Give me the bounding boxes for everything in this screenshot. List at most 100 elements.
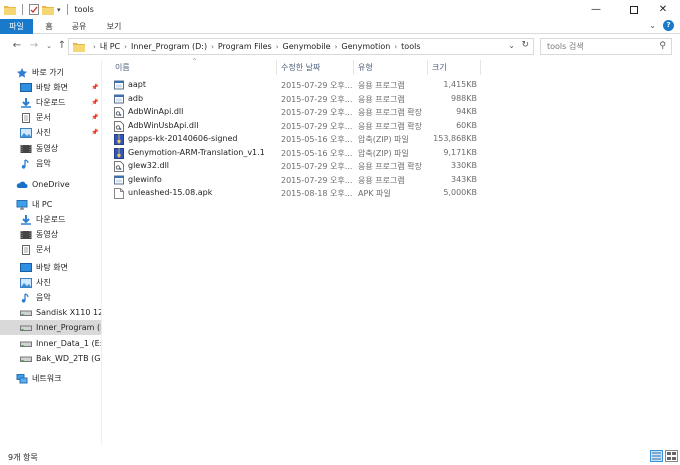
breadcrumb-item[interactable]: Genymobile [283,42,331,51]
sidebar-item-음악[interactable]: 음악 [0,290,101,305]
toolbar-separator [22,4,23,15]
sidebar-item-동영상[interactable]: 동영상 [0,227,101,242]
pin-icon: 📌 [91,114,99,121]
chevron-right-icon: › [275,42,279,51]
column-separator[interactable] [353,60,354,75]
tab-share[interactable]: 공유 [69,19,89,34]
file-name: adb [128,93,144,103]
properties-icon[interactable] [29,4,39,15]
sidebar-item-label: 네트워크 [32,374,62,383]
chevron-right-icon: › [124,42,127,51]
documents-folder-icon [20,244,32,255]
sidebar-item-sandisk-x110-128g[interactable]: Sandisk X110 128G [0,305,101,320]
sidebar-item-동영상[interactable]: 동영상 [0,141,101,156]
file-row[interactable]: aapt 2015-07-29 오후... 응용 프로그램 1,415KB [111,79,481,92]
tab-view[interactable]: 보기 [104,19,124,34]
refresh-icon[interactable]: ↻ [521,40,529,50]
help-icon[interactable]: ? [663,20,674,31]
file-row[interactable]: adb 2015-07-29 오후... 응용 프로그램 988KB [111,93,481,106]
column-date[interactable]: 수정한 날짜 [281,62,320,73]
sidebar-item-내-pc[interactable]: 내 PC [0,197,101,212]
recent-locations-button[interactable]: ⌄ [43,39,55,53]
breadcrumb-item[interactable]: Program Files [218,42,272,51]
chevron-down-icon: ⌄ [46,42,52,50]
customize-toolbar-icon[interactable]: ▾ [57,6,61,14]
breadcrumb-item[interactable]: Genymotion [341,42,390,51]
file-date: 2015-07-29 오후... [281,175,353,185]
tab-home[interactable]: 홈 [41,19,57,34]
address-dropdown-icon[interactable]: ⌄ [508,41,515,50]
dll-icon [114,107,124,118]
breadcrumb-item[interactable]: 내 PC [100,41,120,52]
file-date: 2015-05-16 오후... [281,135,353,144]
forward-button[interactable]: → [28,39,40,53]
large-icons-view-button[interactable] [665,450,678,462]
sidebar-item-inner-program-d[interactable]: Inner_Program (D:) [0,320,101,335]
file-name: Genymotion-ARM-Translation_v1.1 [128,147,265,157]
file-row[interactable]: Genymotion-ARM-Translation_v1.1 2015-05-1… [111,147,481,160]
file-row[interactable]: glew32.dll 2015-07-29 오후... 응용 프로그램 확장 330K… [111,160,481,173]
sidebar-item-음악[interactable]: 음악 [0,156,101,171]
column-name[interactable]: 이름 [115,62,130,73]
dll-icon [114,120,124,132]
zip-icon [114,147,124,159]
sidebar-item-문서[interactable]: 문서 [0,242,101,257]
new-folder-icon[interactable] [42,5,54,15]
item-count: 9개 항목 [8,453,38,462]
column-type[interactable]: 유형 [358,62,373,73]
sidebar-item-바탕-화면[interactable]: 바탕 화면 📌 [0,80,101,95]
file-row[interactable]: AdbWinUsbApi.dll 2015-07-29 오후... 응용 프로그램 … [111,120,481,133]
details-view-button[interactable] [650,450,663,462]
sidebar-item-다운로드[interactable]: 다운로드 [0,212,101,227]
address-bar[interactable]: › 내 PC › Inner_Program (D:) › Program Fi… [68,38,534,55]
close-button[interactable]: ✕ [646,0,680,19]
download-folder-icon [20,97,32,108]
status-bar: 9개 항목 [0,447,680,465]
file-date: 2015-07-29 오후... [281,94,353,104]
sidebar-item-bak-wd-2tb-g[interactable]: Bak_WD_2TB (G:) [0,351,101,366]
file-row[interactable]: glewinfo 2015-07-29 오후... 응용 프로그램 343KB [111,174,481,187]
navigation-pane: 바로 가기 바탕 화면 📌 다운로드 📌 문서 📌 사진 📌 동영상 음악 OneDrive 내 PC 다… [0,60,101,445]
column-separator[interactable] [427,60,428,75]
sidebar-item-네트워크[interactable]: 네트워크 [0,371,101,386]
sidebar-item-label: 내 PC [32,200,53,209]
minimize-button[interactable]: — [579,0,613,19]
up-button[interactable]: ↑ [56,39,68,53]
file-row[interactable]: gapps-kk-20140606-signed 2015-05-16 오후...… [111,133,481,146]
column-size[interactable]: 크기 [432,62,447,73]
sidebar-item-바로-가기[interactable]: 바로 가기 [0,65,101,80]
sidebar-item-다운로드[interactable]: 다운로드 📌 [0,95,101,110]
file-row[interactable]: AdbWinApi.dll 2015-07-29 오후... 응용 프로그램 확장 9… [111,106,481,119]
drive-icon [20,339,32,349]
sidebar-item-사진[interactable]: 사진 📌 [0,125,101,140]
sidebar-item-사진[interactable]: 사진 [0,275,101,290]
file-type: 응용 프로그램 [358,94,405,104]
column-separator[interactable] [276,60,277,75]
search-input[interactable]: tools 검색 ⚲ [540,38,672,55]
sidebar-item-inner-data-1-e[interactable]: Inner_Data_1 (E:) [0,336,101,351]
file-icon [114,188,124,199]
column-separator[interactable] [480,60,481,75]
chevron-right-icon: › [394,42,398,51]
expand-ribbon-icon[interactable]: ⌄ [649,21,656,30]
computer-icon [16,199,28,210]
sidebar-item-label: 문서 [36,113,51,122]
details-view-icon [652,452,661,460]
sidebar-item-바탕-화면[interactable]: 바탕 화면 [0,260,101,275]
pane-divider[interactable] [101,60,102,445]
minimize-icon: — [591,4,601,15]
file-name: glew32.dll [128,161,170,170]
music-icon [20,158,32,169]
sidebar-item-문서[interactable]: 문서 📌 [0,110,101,125]
breadcrumb-item[interactable]: Inner_Program (D:) [131,42,207,51]
tab-file[interactable]: 파일 [0,19,33,34]
sidebar-item-onedrive[interactable]: OneDrive [0,177,101,192]
sidebar-item-label: 음악 [36,159,51,168]
up-arrow-icon: ↑ [57,40,67,51]
back-button[interactable]: ← [11,39,23,53]
sidebar-item-label: 음악 [36,293,51,302]
breadcrumb-item[interactable]: tools [401,42,420,51]
pin-icon: 📌 [91,99,99,106]
sidebar-item-label: 다운로드 [36,215,66,224]
file-row[interactable]: unleashed-15.08.apk 2015-08-18 오후... APK 파… [111,187,481,200]
